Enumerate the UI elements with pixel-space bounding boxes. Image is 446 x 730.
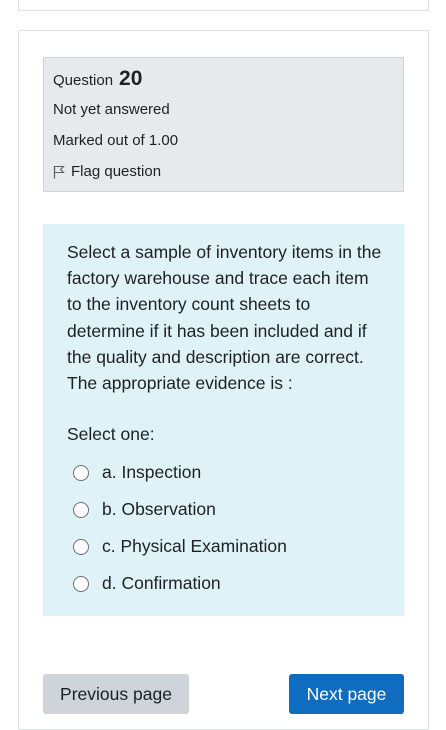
next-page-button[interactable]: Next page: [289, 674, 404, 714]
answer-option-label: d. Confirmation: [102, 573, 221, 593]
question-marks: Marked out of 1.00: [53, 132, 179, 149]
question-number: 20: [119, 67, 143, 90]
flag-icon: [53, 165, 65, 179]
answer-option-label: b. Observation: [102, 499, 216, 519]
previous-page-button[interactable]: Previous page: [43, 674, 189, 714]
answer-option-c[interactable]: c. Physical Examination: [73, 528, 383, 565]
answer-option-a[interactable]: a. Inspection: [73, 454, 383, 491]
radio-button[interactable]: [73, 501, 89, 518]
answer-option-label: a. Inspection: [102, 462, 202, 482]
question-label: Question: [53, 72, 114, 89]
answer-option-b[interactable]: b. Observation: [73, 491, 383, 528]
answer-option-label: c. Physical Examination: [102, 536, 287, 556]
radio-button[interactable]: [73, 538, 89, 555]
question-status: Not yet answered: [53, 101, 170, 118]
previous-question-card: [18, 0, 429, 11]
answer-option-d[interactable]: d. Confirmation: [73, 565, 383, 602]
answer-options: a. Inspection b. Observation c. Physical…: [73, 454, 383, 602]
flag-question-link[interactable]: Flag question: [53, 163, 161, 180]
question-text: Select a sample of inventory items in th…: [67, 242, 382, 394]
answer-prompt: Select one:: [67, 424, 155, 444]
question-heading: Question 20: [53, 67, 142, 91]
question-info-panel: Question 20 Not yet answered Marked out …: [43, 57, 404, 192]
radio-button[interactable]: [73, 575, 89, 592]
question-content: Select a sample of inventory items in th…: [43, 224, 404, 616]
flag-question-label: Flag question: [71, 163, 162, 180]
radio-button[interactable]: [73, 464, 89, 481]
